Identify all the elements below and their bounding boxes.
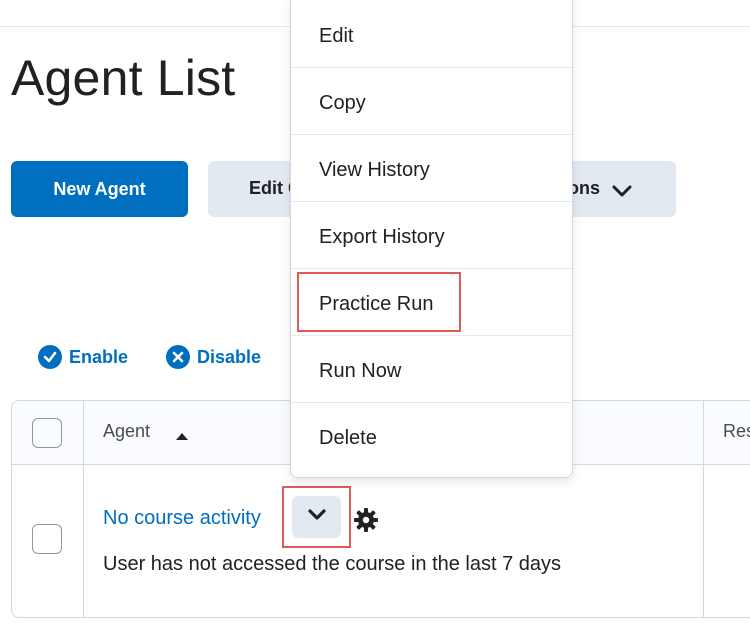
disable-button[interactable]: Disable: [166, 344, 261, 370]
column-divider: [83, 401, 84, 617]
menu-item-view-history[interactable]: View History: [291, 135, 572, 202]
menu-item-label: Copy: [319, 92, 366, 114]
page-title: Agent List: [11, 50, 236, 106]
x-circle-icon: [166, 345, 190, 369]
row-checkbox[interactable]: [32, 524, 62, 554]
menu-item-label: Delete: [319, 427, 377, 449]
agent-column-header[interactable]: Agent: [103, 421, 150, 442]
disable-label: Disable: [197, 346, 262, 367]
enable-label: Enable: [69, 346, 129, 367]
menu-item-delete[interactable]: Delete: [291, 403, 572, 470]
menu-item-label: Export History: [319, 226, 445, 248]
menu-item-export-history[interactable]: Export History: [291, 202, 572, 269]
agent-name-link[interactable]: No course activity: [103, 507, 261, 530]
gear-icon: [353, 507, 379, 538]
dropdown-button-face[interactable]: [292, 496, 341, 538]
check-circle-icon: [38, 345, 62, 369]
menu-item-label: Practice Run: [319, 293, 434, 315]
new-agent-button-label: New Agent: [53, 178, 146, 199]
agent-actions-dropdown-button[interactable]: [282, 486, 351, 548]
select-all-checkbox[interactable]: [32, 418, 62, 448]
column-divider: [703, 401, 704, 617]
menu-item-practice-run[interactable]: Practice Run: [291, 269, 572, 336]
menu-item-run-now[interactable]: Run Now: [291, 336, 572, 403]
menu-item-label: View History: [319, 159, 430, 181]
sort-ascending-icon[interactable]: [175, 428, 189, 446]
menu-item-label: Edit: [319, 25, 354, 47]
enable-button[interactable]: Enable: [38, 344, 128, 370]
agent-description: User has not accessed the course in the …: [103, 553, 562, 575]
chevron-down-icon: [612, 182, 632, 203]
menu-item-label: Run Now: [319, 360, 402, 382]
res-column-header[interactable]: Res: [723, 421, 750, 442]
agent-actions-menu: Edit Copy View History Export History Pr…: [290, 0, 573, 478]
chevron-down-icon: [307, 508, 327, 526]
menu-item-copy[interactable]: Copy: [291, 68, 572, 135]
new-agent-button[interactable]: New Agent: [11, 161, 188, 217]
menu-item-edit[interactable]: Edit: [291, 1, 572, 68]
